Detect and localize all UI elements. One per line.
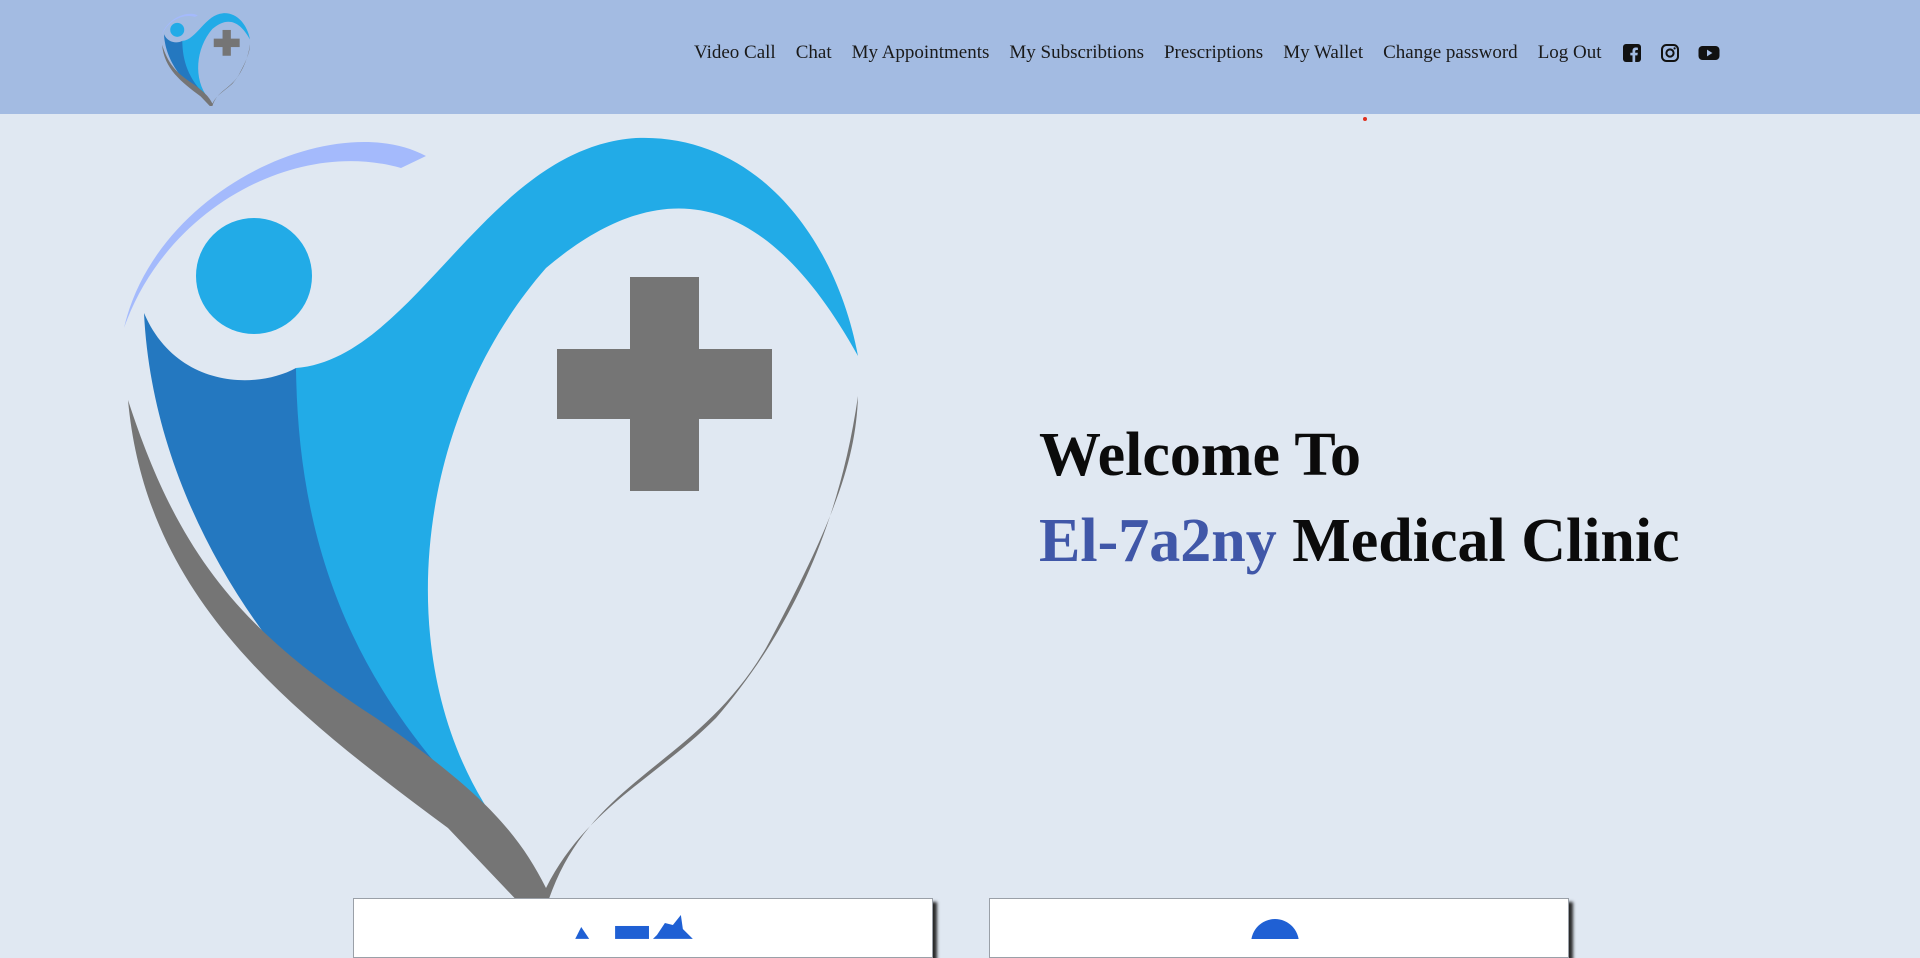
feature-card-team[interactable] — [353, 898, 933, 958]
instagram-icon[interactable] — [1660, 43, 1680, 63]
nav-my-subscriptions[interactable]: My Subscribtions — [1009, 42, 1144, 64]
team-icon — [575, 915, 693, 939]
nav-chat[interactable]: Chat — [796, 42, 832, 64]
nav-log-out[interactable]: Log Out — [1538, 42, 1602, 64]
brand-name: El-7a2ny — [1039, 507, 1277, 575]
nav-video-call[interactable]: Video Call — [694, 42, 776, 64]
hero-heart-logo-icon — [124, 137, 858, 908]
welcome-heading: Welcome To El-7a2ny Medical Clinic — [1039, 412, 1680, 584]
nav-change-password[interactable]: Change password — [1383, 42, 1518, 64]
main-nav: Video Call Chat My Appointments My Subsc… — [694, 42, 1720, 64]
nav-my-wallet[interactable]: My Wallet — [1283, 42, 1363, 64]
clinic-name-line: El-7a2ny Medical Clinic — [1039, 498, 1680, 584]
clinic-suffix: Medical Clinic — [1276, 507, 1680, 575]
clinic-logo-icon[interactable] — [160, 12, 254, 106]
nav-prescriptions[interactable]: Prescriptions — [1164, 42, 1263, 64]
facebook-icon[interactable] — [1622, 43, 1642, 63]
feature-card-user[interactable] — [989, 898, 1569, 958]
navbar: Video Call Chat My Appointments My Subsc… — [0, 0, 1920, 114]
nav-my-appointments[interactable]: My Appointments — [852, 42, 990, 64]
social-links — [1622, 43, 1720, 63]
user-icon — [1251, 919, 1299, 939]
welcome-line: Welcome To — [1039, 421, 1362, 489]
youtube-icon[interactable] — [1698, 43, 1720, 63]
red-dot — [1363, 117, 1367, 121]
